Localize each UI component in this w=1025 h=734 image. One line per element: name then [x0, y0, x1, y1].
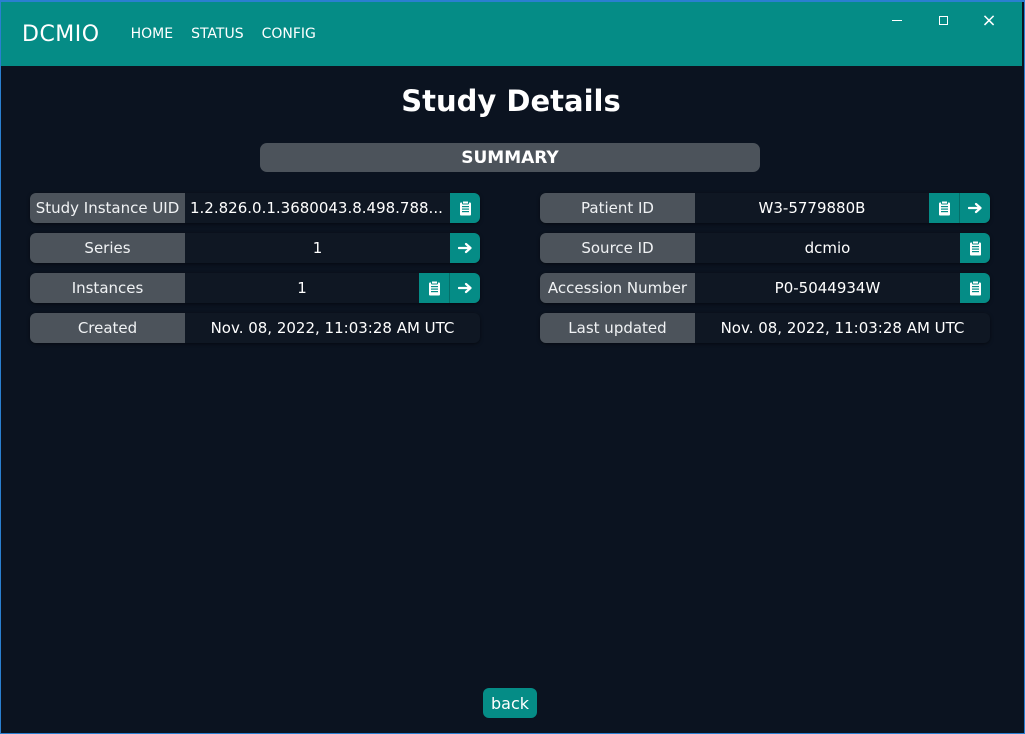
field-value-series: 1 — [312, 239, 323, 257]
clipboard-icon — [969, 280, 981, 296]
open-button-patient-id[interactable] — [959, 193, 990, 223]
clipboard-icon — [938, 200, 950, 216]
arrow-right-icon — [457, 242, 472, 254]
field-label-instances: Instances — [30, 273, 185, 303]
field-label-series: Series — [30, 233, 185, 263]
copy-button-study-instance-uid[interactable] — [450, 193, 480, 223]
nav-config[interactable]: CONFIG — [262, 26, 316, 42]
field-value-patient-id: W3-5779880B — [758, 199, 866, 217]
field-value-instances: 1 — [297, 279, 307, 297]
field-label-accession-number: Accession Number — [540, 273, 695, 303]
close-button[interactable]: × — [966, 8, 1012, 32]
open-button-series[interactable] — [450, 233, 480, 263]
close-icon: × — [981, 9, 997, 31]
field-label-study-instance-uid: Study Instance UID — [30, 193, 185, 223]
field-row-source-id: Source ID dcmio — [540, 233, 990, 263]
clipboard-icon — [428, 280, 440, 296]
back-button[interactable]: back — [483, 688, 537, 718]
copy-button-patient-id[interactable] — [929, 193, 959, 223]
field-row-study-instance-uid: Study Instance UID 1.2.826.0.1.3680043.8.… — [30, 193, 480, 223]
page-title: Study Details — [401, 84, 621, 118]
field-row-series: Series 1 — [30, 233, 480, 263]
nav-home[interactable]: HOME — [131, 26, 173, 42]
maximize-icon — [938, 15, 948, 25]
field-row-last-updated: Last updated Nov. 08, 2022, 11:03:28 AM U… — [540, 313, 990, 343]
field-label-patient-id: Patient ID — [540, 193, 695, 223]
field-value-created: Nov. 08, 2022, 11:03:28 AM UTC — [210, 319, 455, 337]
maximize-button[interactable] — [920, 8, 966, 32]
left-field-column: Study Instance UID 1.2.826.0.1.3680043.8.… — [30, 193, 480, 353]
minimize-button[interactable] — [874, 8, 920, 32]
app-brand[interactable]: DCMIO — [22, 22, 100, 47]
field-value-source-id: dcmio — [804, 239, 851, 257]
field-row-accession-number: Accession Number P0-5044934W — [540, 273, 990, 303]
field-value-study-instance-uid: 1.2.826.0.1.3680043.8.498.788... — [190, 199, 443, 217]
field-label-last-updated: Last updated — [540, 313, 695, 343]
right-field-column: Patient ID W3-5779880B Source ID dcmio Acces… — [540, 193, 990, 353]
clipboard-icon — [459, 200, 471, 216]
open-button-instances[interactable] — [449, 273, 480, 303]
field-row-instances: Instances 1 — [30, 273, 480, 303]
summary-header: SUMMARY — [260, 143, 760, 172]
field-row-created: Created Nov. 08, 2022, 11:03:28 AM UTC — [30, 313, 480, 343]
arrow-right-icon — [967, 202, 982, 214]
field-value-accession-number: P0-5044934W — [774, 279, 881, 297]
field-value-last-updated: Nov. 08, 2022, 11:03:28 AM UTC — [720, 319, 965, 337]
copy-button-accession-number[interactable] — [960, 273, 990, 303]
field-label-created: Created — [30, 313, 185, 343]
clipboard-icon — [969, 240, 981, 256]
copy-button-source-id[interactable] — [960, 233, 990, 263]
window-controls: × — [874, 8, 1012, 32]
copy-button-instances[interactable] — [419, 273, 449, 303]
top-bar: DCMIO HOME STATUS CONFIG × — [0, 2, 1022, 66]
arrow-right-icon — [457, 282, 472, 294]
field-label-source-id: Source ID — [540, 233, 695, 263]
minimize-icon — [892, 19, 902, 21]
main-nav: HOME STATUS CONFIG — [118, 26, 321, 42]
field-row-patient-id: Patient ID W3-5779880B — [540, 193, 990, 223]
nav-status[interactable]: STATUS — [191, 26, 244, 42]
